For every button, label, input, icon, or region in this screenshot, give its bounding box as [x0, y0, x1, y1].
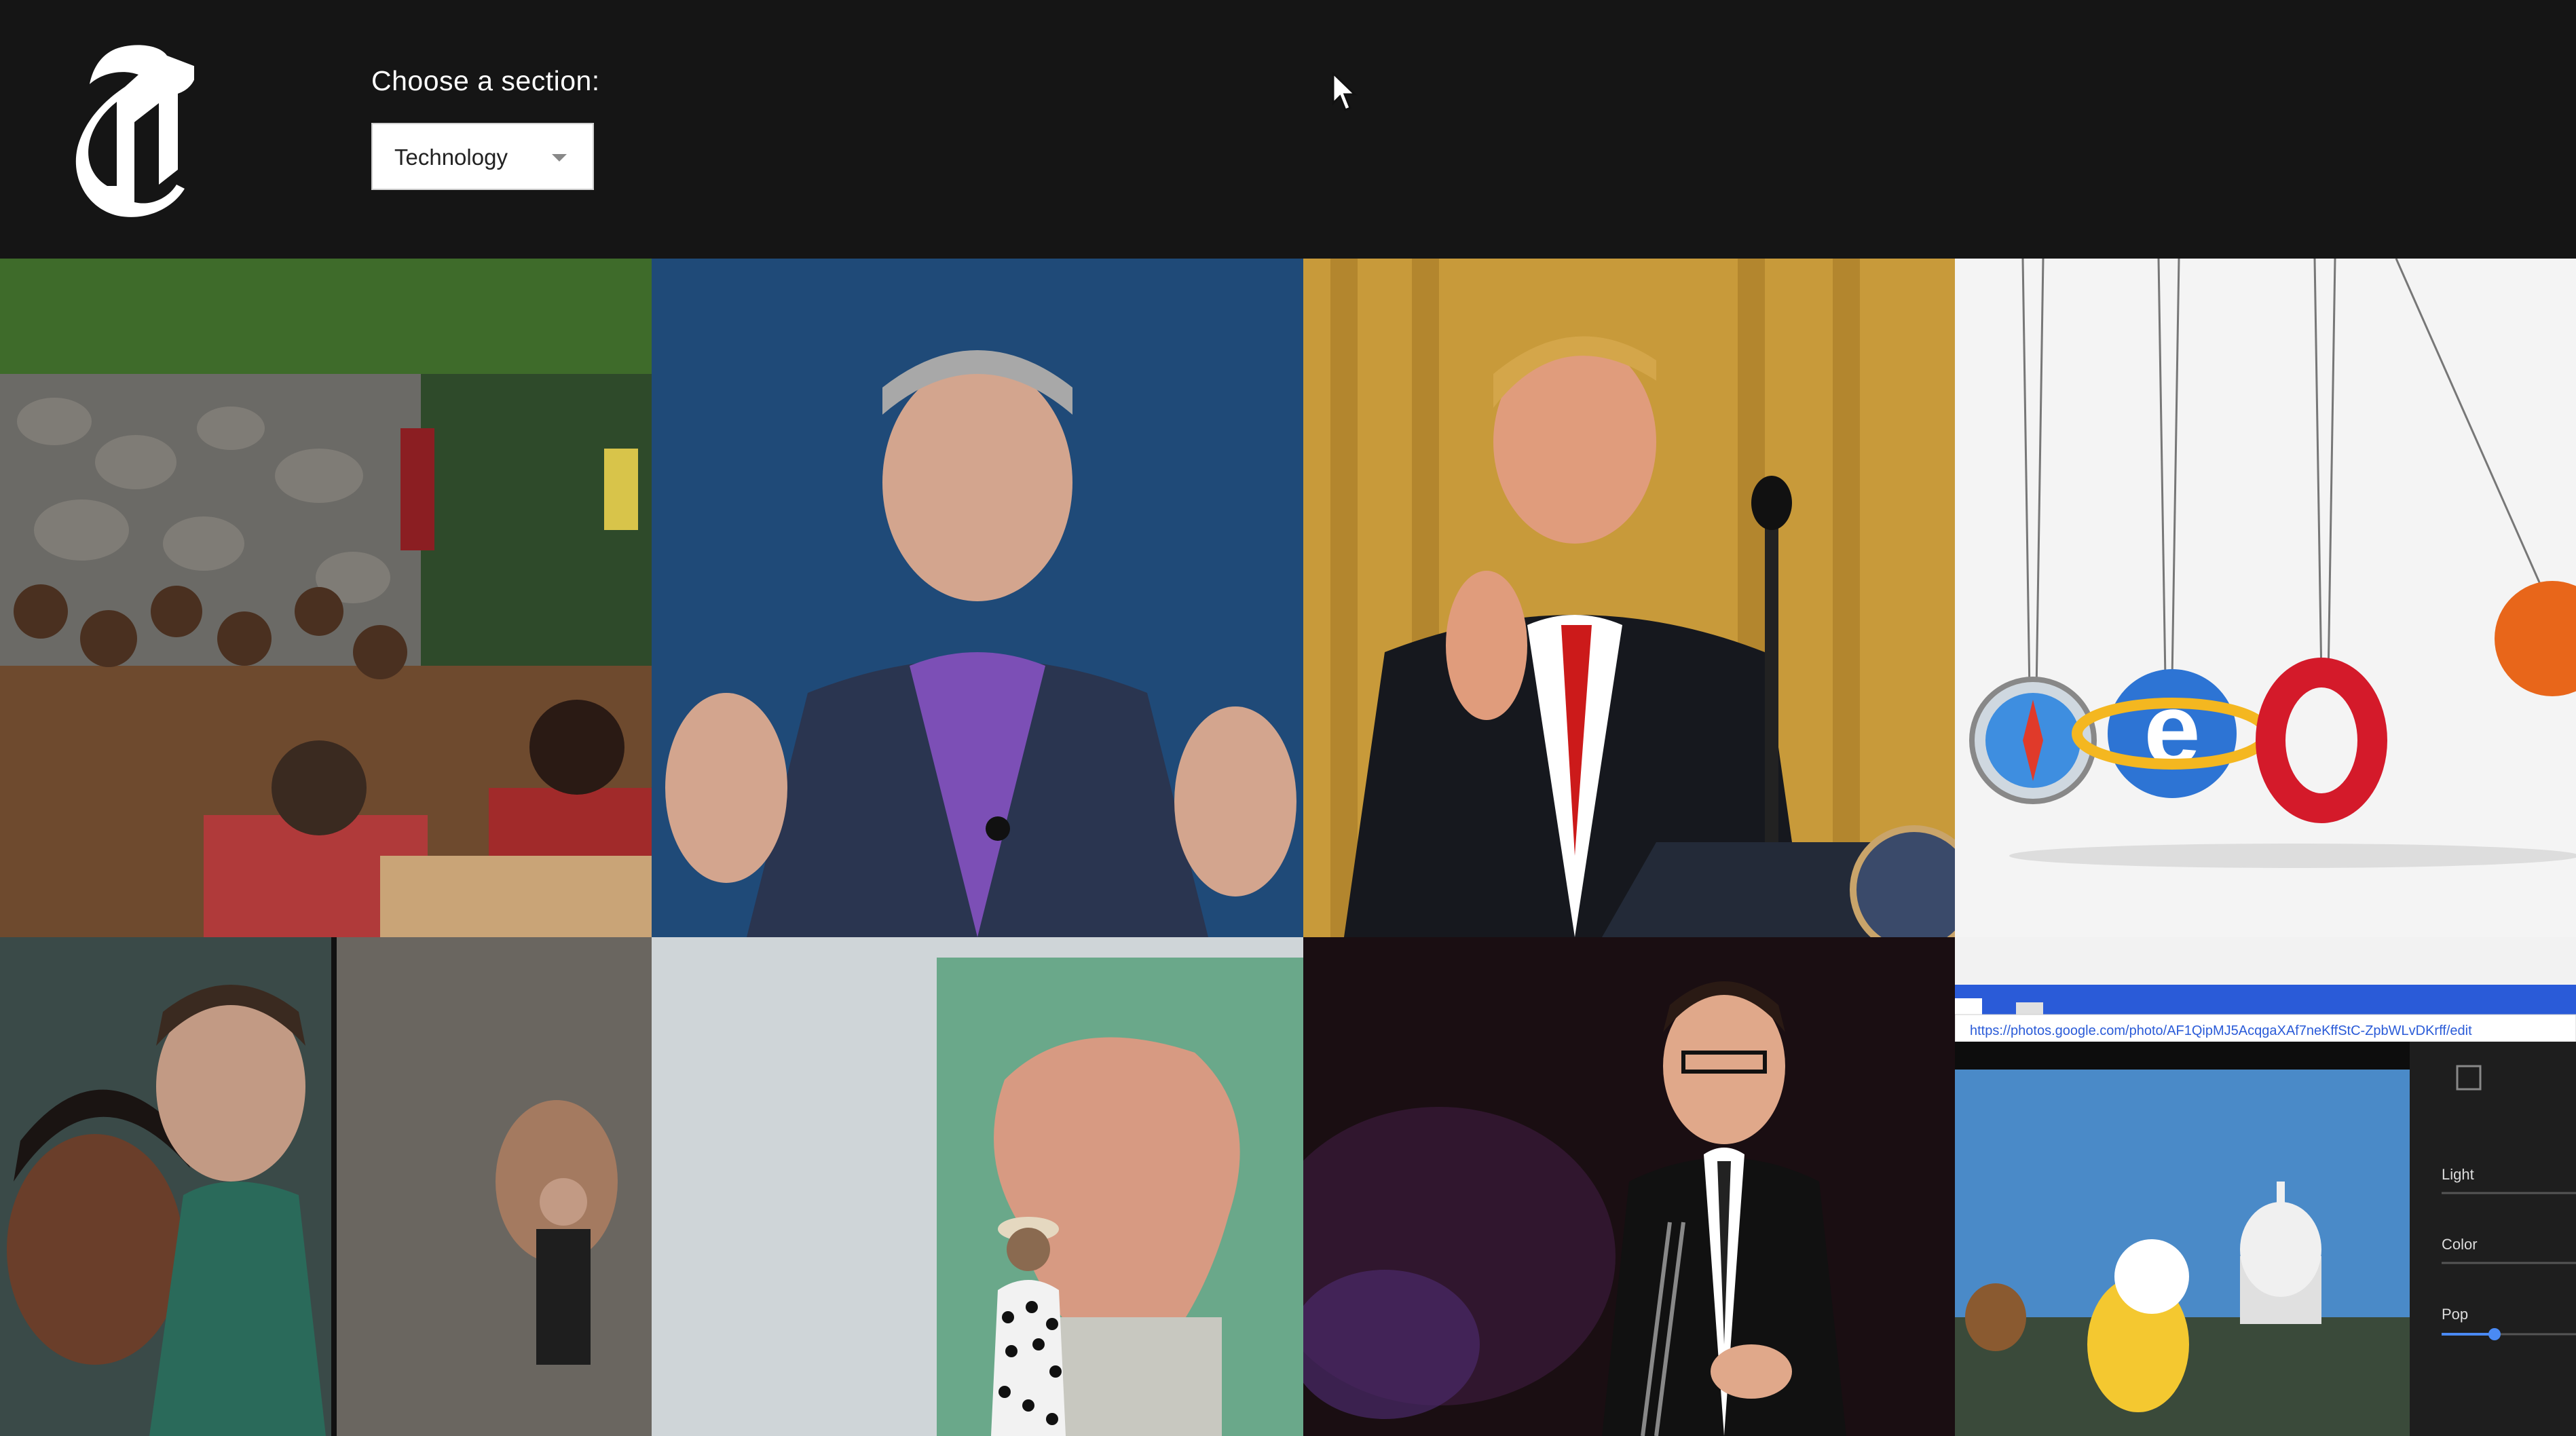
editor-control-pop: Pop [2442, 1306, 2468, 1323]
section-dropdown-value: Technology [394, 145, 508, 170]
nyt-logo-icon[interactable] [65, 42, 194, 219]
browser-logos-photo-icon: e [1955, 259, 2576, 937]
site-header: Choose a section: Technology [0, 0, 2576, 259]
article-tile-people[interactable] [0, 937, 652, 1436]
group-people-photo-icon [0, 937, 652, 1436]
president-podium-photo-icon [1303, 259, 1955, 937]
executive-speaking-photo-icon [652, 259, 1303, 937]
host-on-stage-photo-icon [1303, 937, 1955, 1436]
article-tile-browsers[interactable]: e [1955, 259, 2576, 937]
article-tile-host[interactable] [1303, 937, 1955, 1436]
section-label: Choose a section: [371, 65, 600, 96]
article-tile-president[interactable] [1303, 259, 1955, 937]
restaurant-photo-icon [0, 259, 652, 937]
article-tile-executive[interactable] [652, 259, 1303, 937]
chevron-down-icon [552, 154, 567, 162]
article-tile-photo-editor[interactable]: https://photos.google.com/photo/AF1QipMJ… [1955, 937, 2576, 1436]
article-tile-mosaic[interactable] [652, 937, 1303, 1436]
editor-control-light: Light [2442, 1166, 2474, 1183]
editor-control-color: Color [2442, 1236, 2478, 1253]
article-tile-restaurant[interactable] [0, 259, 652, 937]
section-dropdown[interactable]: Technology [371, 123, 594, 190]
mouse-pointer-icon [1332, 72, 1358, 111]
article-image-grid: e https://photos.google.com/photo/AF1Qip… [0, 259, 2576, 1436]
mosaic-wall-photo-icon [652, 937, 1303, 1436]
editor-url-text: https://photos.google.com/photo/AF1QipMJ… [1970, 1023, 2472, 1038]
photo-editor-screenshot-icon: https://photos.google.com/photo/AF1QipMJ… [1955, 937, 2576, 1436]
